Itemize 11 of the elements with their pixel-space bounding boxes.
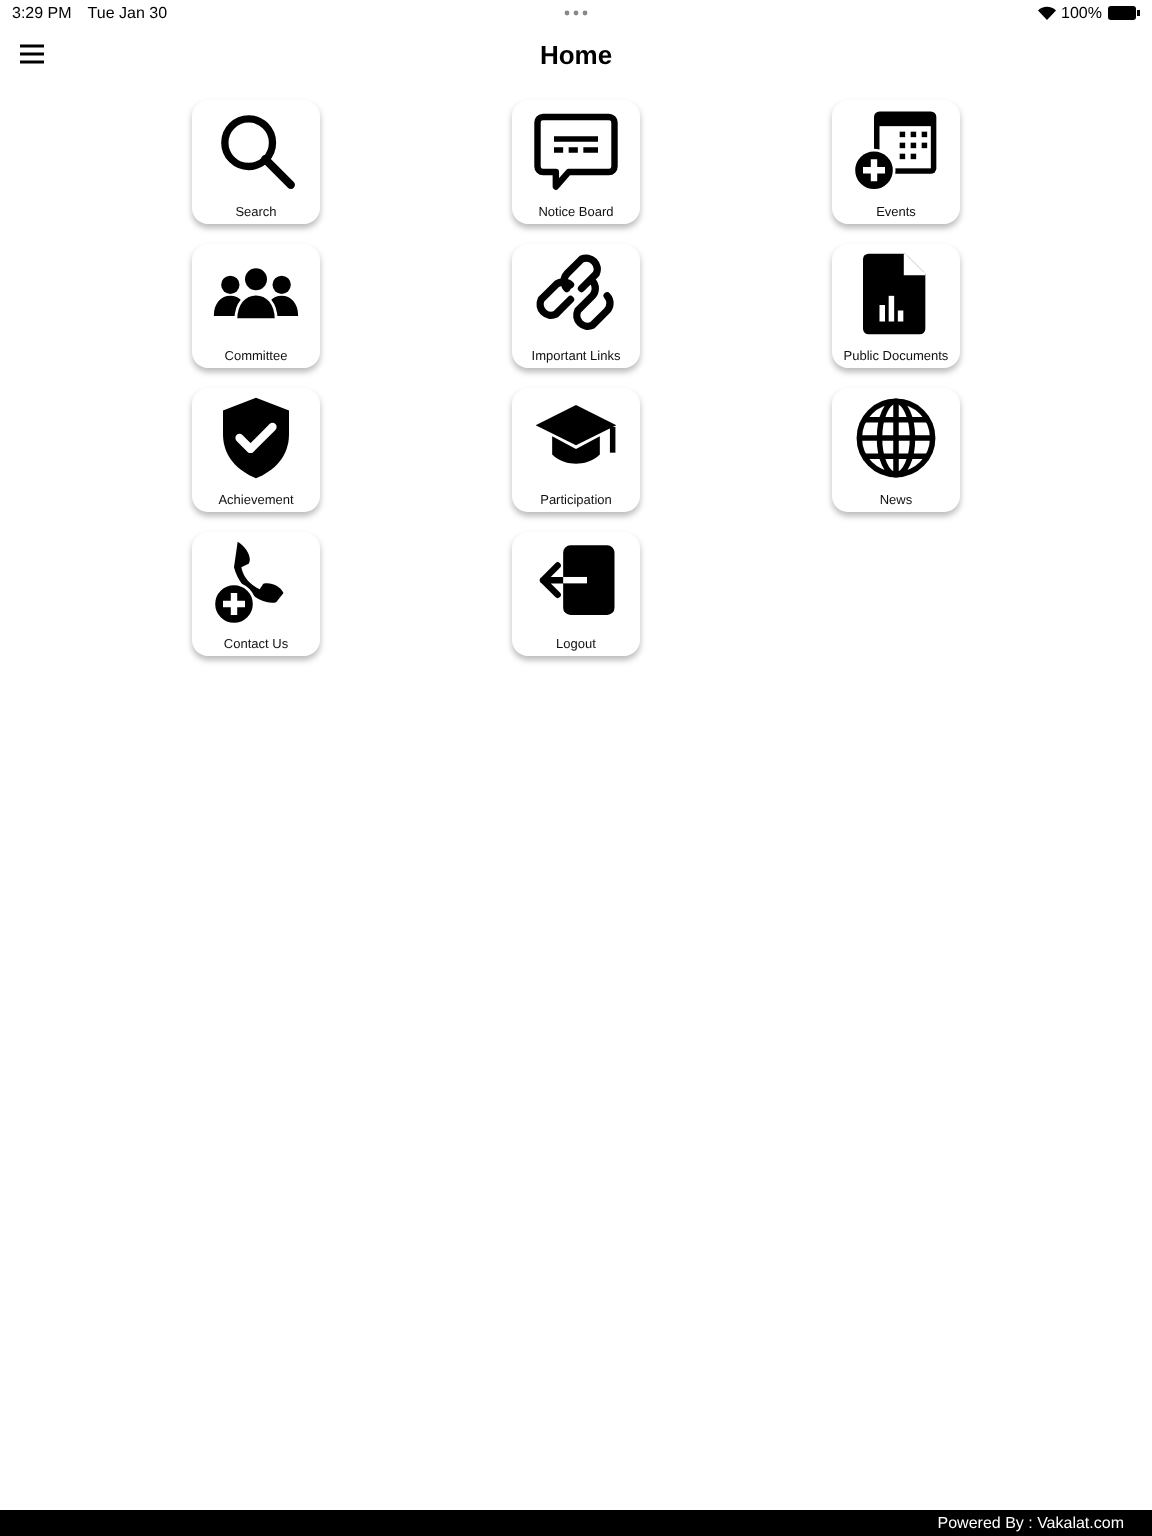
status-date: Tue Jan 30 <box>87 4 168 22</box>
footer-credit: Powered By : Vakalat.com <box>937 1514 1124 1532</box>
calendar-plus-icon <box>852 106 940 194</box>
page-title: Home <box>539 39 613 69</box>
globe-icon <box>852 394 940 482</box>
battery-icon <box>1108 6 1140 20</box>
menu-button[interactable] <box>16 40 48 68</box>
battery-percent: 100% <box>1061 4 1102 22</box>
more-dots-icon <box>564 10 588 16</box>
wifi-icon <box>1037 6 1056 20</box>
status-time: 3:29 PM <box>12 4 72 22</box>
